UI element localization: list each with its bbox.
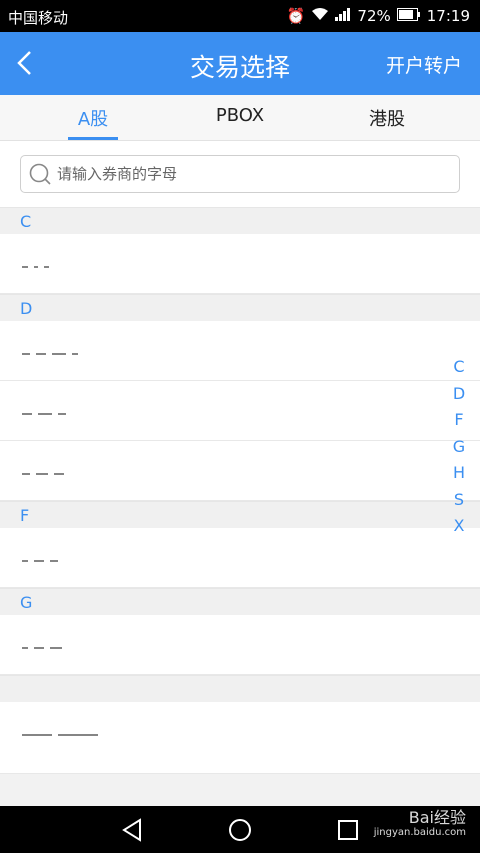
nav-home-button[interactable] (226, 816, 254, 844)
tab-pbox[interactable]: PBOX (190, 105, 290, 126)
index-letter[interactable]: H (452, 463, 466, 490)
battery-icon (396, 7, 421, 25)
carrier-label: 中国移动 (8, 9, 69, 27)
tab-a-shares[interactable]: A股 (43, 105, 143, 131)
market-tabs: A股 PBOX 港股 (0, 95, 480, 141)
search-icon (29, 163, 51, 185)
open-transfer-account-button[interactable]: 开户转户 (386, 51, 462, 78)
index-letter[interactable]: F (452, 410, 466, 437)
section-header-redacted (0, 675, 480, 702)
app-header: 交易选择 开户转户 (0, 32, 480, 95)
index-letter[interactable]: S (452, 490, 466, 517)
list-item[interactable] (0, 381, 480, 441)
redacted-text (22, 256, 55, 272)
redacted-text (22, 724, 104, 740)
alarm-icon: ⏰ (286, 7, 306, 25)
search-box[interactable] (20, 155, 460, 193)
square-recents-icon (338, 820, 358, 840)
alphabet-index: C D F G H S X (452, 357, 466, 543)
search-area (0, 141, 480, 207)
index-letter[interactable]: D (452, 384, 466, 411)
redacted-text (22, 343, 84, 359)
circle-home-icon (229, 819, 251, 841)
section-header-c: C (0, 207, 480, 234)
broker-list: C D F G (0, 207, 480, 774)
list-item[interactable] (0, 441, 480, 501)
list-item[interactable] (0, 702, 480, 774)
redacted-text (22, 463, 70, 479)
status-bar: 中国移动 ⏰ 72% 17:19 (0, 0, 480, 32)
signal-icon (335, 7, 351, 25)
battery-percent: 72% (357, 7, 391, 25)
nav-back-button[interactable] (118, 816, 146, 844)
status-icons: ⏰ 72% 17:19 (287, 7, 470, 25)
watermark-url: jingyan.baidu.com (373, 827, 466, 838)
tab-hk-shares[interactable]: 港股 (337, 105, 437, 131)
triangle-back-icon (122, 818, 141, 842)
section-header-g: G (0, 588, 480, 615)
index-letter[interactable]: X (452, 516, 466, 543)
list-item[interactable] (0, 615, 480, 675)
active-tab-indicator (68, 137, 118, 140)
watermark: Bai经验 jingyan.baidu.com (374, 810, 466, 840)
list-item[interactable] (0, 528, 480, 588)
redacted-text (22, 550, 64, 566)
index-letter[interactable]: C (452, 357, 466, 384)
list-item[interactable] (0, 234, 480, 294)
index-letter[interactable]: G (452, 437, 466, 464)
search-input[interactable] (57, 156, 447, 192)
nav-recents-button[interactable] (334, 816, 362, 844)
redacted-text (22, 403, 72, 419)
redacted-text (22, 637, 68, 653)
list-item[interactable] (0, 321, 480, 381)
section-header-f: F (0, 501, 480, 528)
clock-time: 17:19 (426, 7, 470, 25)
system-nav-bar: Bai经验 jingyan.baidu.com (0, 806, 480, 853)
section-header-d: D (0, 294, 480, 321)
wifi-icon (311, 7, 329, 25)
